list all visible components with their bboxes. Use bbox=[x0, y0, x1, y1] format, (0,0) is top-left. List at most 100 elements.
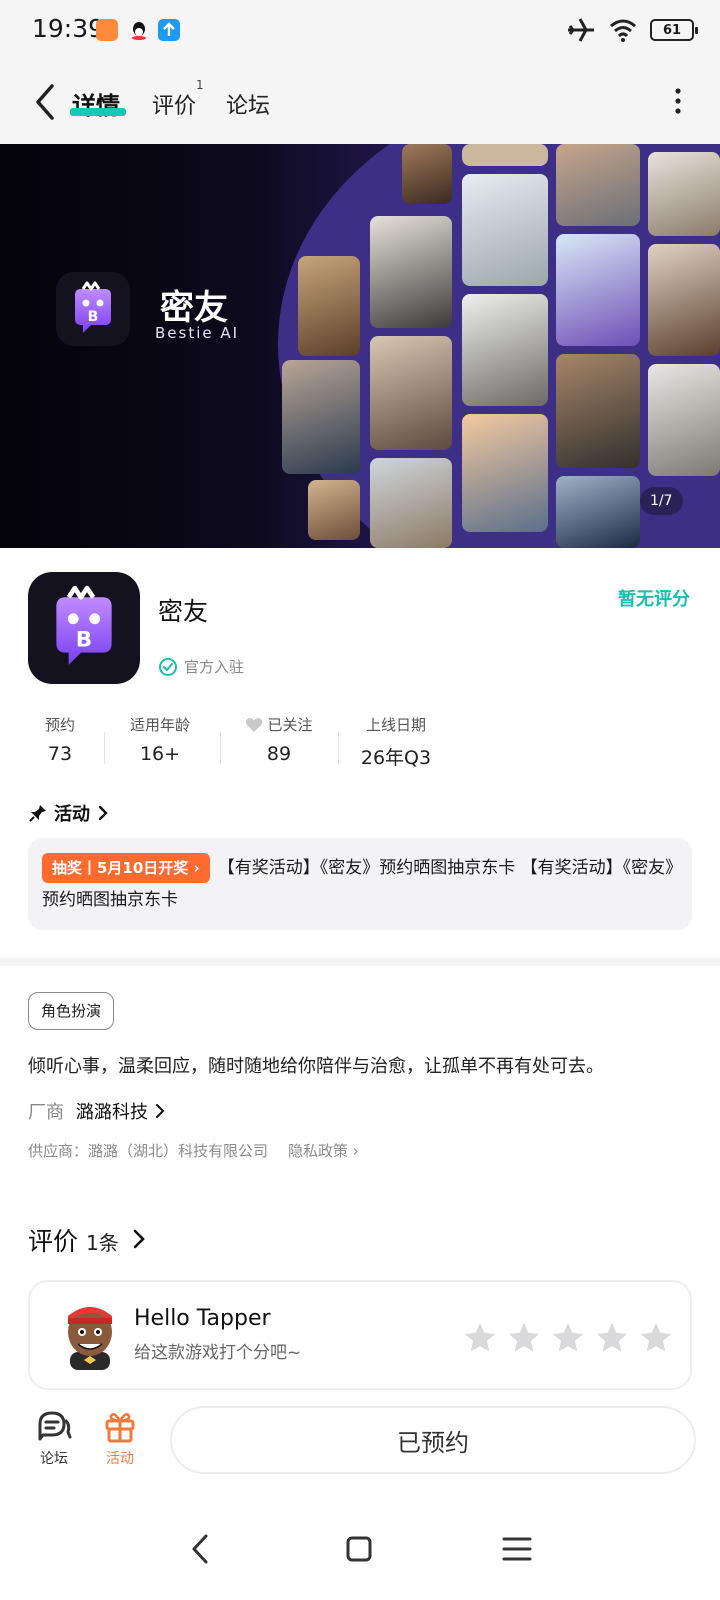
media-banner[interactable]: B 密友 Bestie AI 1/7 bbox=[0, 144, 720, 548]
battery-level: 61 bbox=[662, 22, 682, 38]
chevron-right-icon bbox=[98, 805, 108, 821]
top-nav-bar: 详情 评价 论坛 bbox=[0, 60, 720, 144]
reviews-title: 评价 bbox=[28, 1227, 79, 1256]
activity-heading: 活动 bbox=[54, 804, 90, 825]
stat-followers[interactable]: 已关注 89 bbox=[236, 714, 322, 765]
banner-page-indicator: 1/7 bbox=[640, 487, 683, 515]
taobao-icon bbox=[96, 19, 118, 41]
forum-chat-icon bbox=[38, 1411, 72, 1441]
banner-photo bbox=[556, 476, 640, 548]
genre-tag[interactable]: 角色扮演 bbox=[28, 992, 115, 1030]
status-bar: 19:39 61 bbox=[0, 0, 720, 60]
nav-home-icon[interactable] bbox=[334, 1524, 384, 1574]
supplier-row: 供应商：潞潞（湖北）科技有限公司 隐私政策 › bbox=[28, 1140, 359, 1161]
stat-label: 上线日期 bbox=[365, 716, 426, 734]
activity-section-link[interactable]: 活动 bbox=[28, 800, 110, 826]
banner-photo bbox=[556, 354, 640, 468]
avatar bbox=[68, 1307, 112, 1370]
svg-text:B: B bbox=[76, 627, 92, 652]
stat-release-date: 上线日期 26年Q3 bbox=[354, 714, 438, 770]
banner-photo bbox=[308, 480, 360, 540]
privacy-policy-link[interactable]: 隐私政策 › bbox=[288, 1140, 359, 1161]
banner-photo bbox=[370, 336, 452, 450]
banner-photo bbox=[556, 234, 640, 346]
privacy-policy-label: 隐私政策 bbox=[288, 1142, 349, 1160]
banner-photo bbox=[648, 364, 720, 476]
review-prompt: 给这款游戏打个分吧~ bbox=[134, 1343, 302, 1363]
stat-value: 26年Q3 bbox=[360, 747, 432, 769]
banner-photo bbox=[370, 216, 452, 328]
banner-photo bbox=[462, 294, 548, 406]
reserved-button[interactable]: 已预约 bbox=[170, 1406, 696, 1474]
rating-status: 暂无评分 bbox=[618, 589, 690, 610]
forum-label: 论坛 bbox=[40, 1451, 68, 1467]
stat-label: 预约 bbox=[44, 716, 75, 734]
banner-subtitle: Bestie AI bbox=[155, 324, 240, 342]
banner-photo bbox=[462, 414, 548, 532]
banner-photo bbox=[298, 256, 360, 356]
banner-photo bbox=[648, 152, 720, 236]
stat-divider bbox=[338, 732, 339, 764]
star-icon[interactable] bbox=[506, 1320, 542, 1356]
stat-label-text: 已关注 bbox=[267, 716, 313, 734]
nav-back-icon[interactable] bbox=[176, 1524, 226, 1574]
gift-icon bbox=[105, 1413, 135, 1443]
official-label: 官方入驻 bbox=[184, 658, 245, 676]
star-icon[interactable] bbox=[462, 1320, 498, 1356]
stat-label-followed: 已关注 bbox=[236, 714, 322, 735]
tab-reviews[interactable]: 评价 bbox=[152, 88, 196, 120]
stat-value: 73 bbox=[47, 743, 73, 765]
stat-value: 89 bbox=[266, 743, 292, 765]
activity-button[interactable]: 活动 bbox=[90, 1408, 150, 1468]
forum-button[interactable]: 论坛 bbox=[24, 1408, 84, 1468]
activity-label: 活动 bbox=[106, 1451, 134, 1467]
app-name: 密友 bbox=[158, 597, 209, 626]
airplane-mode-icon bbox=[568, 18, 594, 42]
banner-photo bbox=[462, 174, 548, 286]
app-description: 倾听心事，温柔回应，随时随地给你陪伴与治愈，让孤单不再有处可去。 bbox=[28, 1056, 604, 1077]
stat-reservations: 预约 73 bbox=[28, 714, 92, 765]
supplier-text: 供应商：潞潞（湖北）科技有限公司 bbox=[28, 1142, 269, 1160]
bestie-logo-icon: B bbox=[75, 281, 111, 333]
bestie-logo-icon: B bbox=[56, 585, 112, 665]
qq-icon bbox=[132, 22, 146, 40]
status-time: 19:39 bbox=[32, 14, 105, 43]
vendor-link[interactable]: 厂商 潞潞科技 bbox=[28, 1098, 166, 1124]
wifi-icon bbox=[610, 19, 636, 42]
upload-icon bbox=[158, 19, 180, 41]
banner-photo bbox=[648, 244, 720, 356]
lottery-badge-text: 抽奖丨5月10日开奖 bbox=[52, 859, 189, 877]
stat-label: 适用年龄 bbox=[129, 716, 190, 734]
banner-photo bbox=[282, 360, 360, 474]
write-review-card[interactable]: Hello Tapper 给这款游戏打个分吧~ bbox=[28, 1280, 692, 1390]
nav-menu-icon[interactable] bbox=[492, 1524, 542, 1574]
stat-value: 16+ bbox=[139, 743, 181, 765]
banner-photo bbox=[402, 144, 452, 204]
stats-row: 预约 73 适用年龄 16+ 已关注 89 上线日期 26年Q3 bbox=[28, 714, 448, 774]
svg-text:B: B bbox=[88, 309, 99, 325]
bottom-action-bar: 论坛 活动 已预约 bbox=[0, 1396, 720, 1496]
verified-check-icon bbox=[159, 657, 177, 676]
app-icon: B bbox=[28, 572, 140, 684]
reviewer-name: Hello Tapper bbox=[134, 1306, 271, 1331]
more-options-icon[interactable] bbox=[674, 88, 682, 114]
vendor-name: 潞潞科技 bbox=[76, 1102, 148, 1123]
reviews-section-link[interactable]: 评价 1条 bbox=[28, 1222, 147, 1258]
banner-photo bbox=[462, 144, 548, 166]
banner-photo bbox=[370, 458, 452, 548]
star-rating[interactable] bbox=[462, 1320, 674, 1356]
star-icon[interactable] bbox=[550, 1320, 586, 1356]
chevron-right-icon bbox=[156, 1104, 165, 1118]
pin-icon bbox=[29, 805, 46, 822]
banner-photo bbox=[556, 144, 640, 226]
heart-icon bbox=[246, 717, 263, 732]
vendor-label: 厂商 bbox=[28, 1102, 64, 1123]
tab-forum[interactable]: 论坛 bbox=[226, 88, 270, 120]
stat-divider bbox=[104, 732, 105, 764]
stat-age-rating: 适用年龄 16+ bbox=[120, 714, 200, 765]
back-arrow-icon[interactable] bbox=[26, 80, 66, 124]
activity-card[interactable]: 抽奖丨5月10日开奖 › 【有奖活动】《密友》预约晒图抽京东卡 【有奖活动】《密友… bbox=[28, 838, 692, 930]
reviews-count: 1条 bbox=[86, 1231, 119, 1255]
star-icon[interactable] bbox=[594, 1320, 630, 1356]
star-icon[interactable] bbox=[638, 1320, 674, 1356]
